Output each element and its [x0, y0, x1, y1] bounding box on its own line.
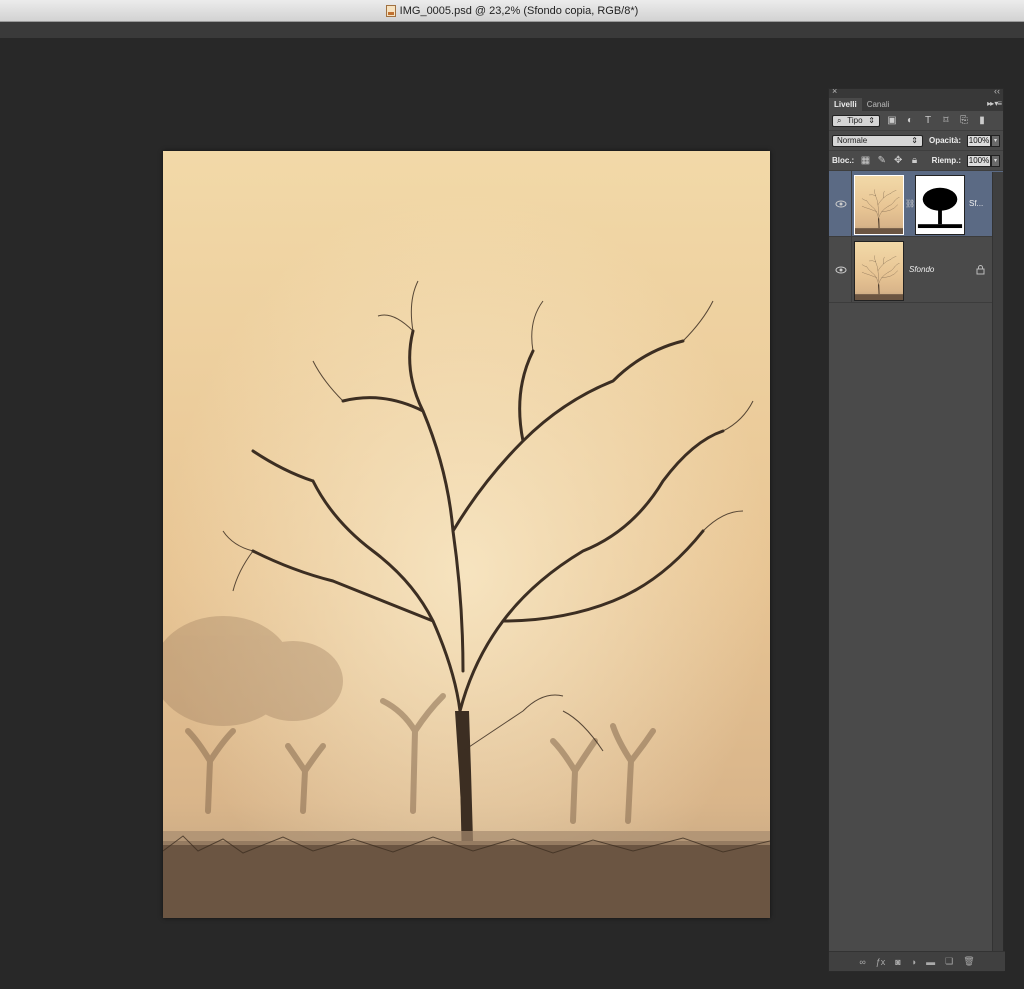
- fx-icon[interactable]: ƒx: [876, 957, 886, 967]
- layer-filter-select[interactable]: ⌕ Tipo ⇕: [832, 114, 880, 127]
- blend-row: Normale ⇕ Opacità: 100% ▾: [829, 131, 1003, 151]
- search-icon: ⌕: [837, 115, 842, 125]
- lock-icon: [976, 265, 985, 275]
- layer-row-sfondo[interactable]: Sfondo: [829, 237, 1003, 303]
- shape-filter-icon[interactable]: ⌑: [940, 115, 952, 127]
- close-panel-icon[interactable]: ×: [832, 86, 837, 96]
- lock-all-icon[interactable]: 🔒︎: [909, 155, 919, 167]
- adjustment-icon[interactable]: ◑: [911, 957, 916, 967]
- panel-header: × ‹‹: [829, 86, 1003, 96]
- lock-label: Bloc.:: [832, 156, 855, 165]
- layers-panel: × ‹‹ Livelli Canali ▸▸ ▾≡ ⌕ Tipo ⇕ ▣ ◐ T…: [828, 86, 1005, 972]
- type-filter-icon[interactable]: T: [922, 115, 934, 127]
- mask-icon[interactable]: ◙: [895, 957, 900, 967]
- layer-name[interactable]: Sfondo: [909, 265, 934, 274]
- filter-label: Tipo: [847, 116, 863, 125]
- layer-divider: [851, 171, 852, 237]
- updown-icon: ⇕: [911, 136, 918, 145]
- folder-icon[interactable]: ▬: [926, 957, 935, 967]
- panel-bottom-bar: ∞ ƒx ◙ ◑ ▬ ❏ 🗑︎: [829, 951, 1005, 971]
- layers-scrollbar[interactable]: [992, 172, 1003, 952]
- psd-document-icon: [385, 4, 396, 17]
- photo-foggy-tree: [163, 151, 770, 918]
- window-title: IMG_0005.psd @ 23,2% (Sfondo copia, RGB/…: [399, 4, 639, 17]
- layer-thumbnail[interactable]: [854, 241, 904, 301]
- smartobject-filter-icon[interactable]: ⎘: [958, 115, 970, 127]
- tab-canali[interactable]: Canali: [862, 98, 895, 111]
- fill-field[interactable]: 100%: [967, 154, 992, 167]
- blend-mode-value: Normale: [837, 136, 868, 145]
- image-filter-icon[interactable]: ▣: [886, 115, 898, 127]
- blend-mode-select[interactable]: Normale ⇕: [832, 134, 923, 147]
- lock-transparency-icon[interactable]: ▦: [860, 155, 870, 167]
- panel-menu-icon[interactable]: ▸▸ ▾≡: [987, 99, 1002, 108]
- canvas-area[interactable]: [0, 38, 826, 989]
- link-icon[interactable]: ∞: [859, 957, 865, 967]
- trash-icon[interactable]: 🗑︎: [963, 956, 974, 967]
- opacity-dropdown-icon[interactable]: ▾: [991, 134, 1000, 147]
- lock-position-icon[interactable]: ✥: [893, 155, 903, 167]
- collapse-panel-icon[interactable]: ‹‹: [994, 86, 1000, 96]
- tab-livelli[interactable]: Livelli: [829, 98, 862, 111]
- filter-row: ⌕ Tipo ⇕ ▣ ◐ T ⌑ ⎘ ▮: [829, 111, 1003, 131]
- layer-row-sfondo-copia[interactable]: ⛓ Sf...: [829, 171, 1003, 237]
- eye-icon[interactable]: [835, 265, 847, 275]
- fill-dropdown-icon[interactable]: ▾: [991, 154, 1001, 167]
- new-layer-icon[interactable]: ❏: [945, 956, 953, 967]
- lock-row: Bloc.: ▦ ✎ ✥ 🔒︎ Riemp.: 100% ▾: [829, 151, 1003, 171]
- layer-divider: [851, 237, 852, 303]
- layer-thumbnail[interactable]: [854, 175, 904, 235]
- panel-tabs: Livelli Canali ▸▸ ▾≡: [829, 96, 1003, 111]
- opacity-label: Opacità:: [928, 136, 961, 145]
- mask-link-icon[interactable]: ⛓: [905, 199, 915, 211]
- opacity-field[interactable]: 100%: [967, 134, 991, 147]
- window-titlebar: IMG_0005.psd @ 23,2% (Sfondo copia, RGB/…: [0, 0, 1024, 22]
- fill-label: Riemp.:: [931, 156, 962, 165]
- layer-name[interactable]: Sf...: [969, 199, 983, 208]
- document-canvas[interactable]: [163, 151, 770, 918]
- eye-icon[interactable]: [835, 199, 847, 209]
- options-bar: [0, 22, 1024, 38]
- filter-toggle-icon[interactable]: ▮: [976, 115, 988, 127]
- layer-mask-thumbnail[interactable]: [915, 175, 965, 235]
- adjustment-filter-icon[interactable]: ◐: [904, 115, 916, 127]
- updown-icon: ⇕: [868, 116, 875, 125]
- lock-pixels-icon[interactable]: ✎: [877, 155, 887, 167]
